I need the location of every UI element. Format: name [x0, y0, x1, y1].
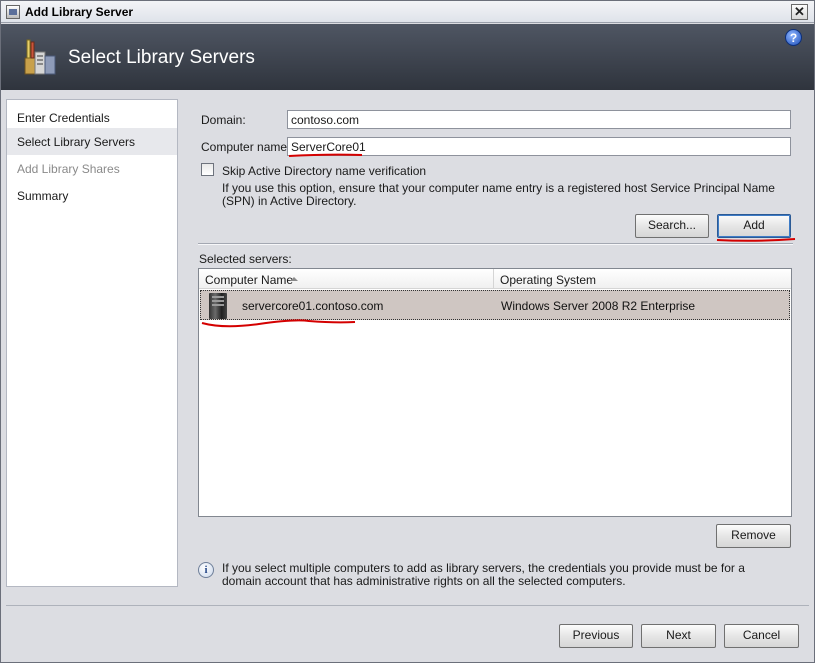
nav-item-label: Summary	[17, 189, 69, 203]
library-server-icon	[24, 39, 56, 75]
selected-servers-label: Selected servers:	[199, 252, 292, 266]
section-divider	[198, 243, 793, 245]
help-icon[interactable]: ?	[785, 29, 802, 46]
domain-field[interactable]: contoso.com	[287, 110, 791, 129]
next-button[interactable]: Next	[641, 624, 716, 648]
app-icon	[6, 5, 20, 19]
remove-button[interactable]: Remove	[716, 524, 791, 548]
nav-item-add-library-shares: Add Library Shares	[7, 155, 177, 182]
sort-ascending-icon	[290, 277, 298, 281]
cancel-button[interactable]: Cancel	[724, 624, 799, 648]
nav-item-label: Add Library Shares	[17, 162, 120, 176]
selected-servers-list[interactable]: Computer Name Operating System servercor…	[198, 268, 792, 517]
add-button[interactable]: Add	[717, 214, 791, 238]
row-computer-name: servercore01.contoso.com	[242, 299, 384, 313]
table-row[interactable]: servercore01.contoso.com Windows Server …	[200, 290, 790, 320]
nav-item-label: Select Library Servers	[17, 135, 136, 149]
window-title: Add Library Server	[25, 5, 134, 19]
info-text: If you select multiple computers to add …	[222, 561, 745, 588]
footer-divider	[6, 605, 809, 606]
page-title: Select Library Servers	[68, 47, 255, 68]
server-icon	[209, 293, 227, 319]
nav-item-label: Enter Credentials	[17, 111, 110, 125]
list-header: Computer Name Operating System	[199, 269, 791, 289]
computer-name-label: Computer name:	[201, 140, 291, 154]
column-header-operating-system[interactable]: Operating System	[494, 269, 789, 289]
nav-item-summary[interactable]: Summary	[7, 182, 177, 209]
info-icon: i	[198, 562, 214, 578]
wizard-nav: Enter Credentials Select Library Servers…	[6, 99, 178, 587]
column-header-computer-name[interactable]: Computer Name	[199, 269, 494, 289]
skip-verification-note: If you use this option, ensure that your…	[222, 181, 775, 208]
skip-verification-label: Skip Active Directory name verification	[222, 164, 427, 178]
domain-label: Domain:	[201, 113, 246, 127]
search-button[interactable]: Search...	[635, 214, 709, 238]
add-library-server-window: Add Library Server ✕ Select Library Serv…	[0, 0, 815, 663]
wizard-header: Select Library Servers ?	[1, 24, 814, 90]
close-button[interactable]: ✕	[791, 4, 808, 20]
nav-item-select-library-servers[interactable]: Select Library Servers	[7, 128, 177, 155]
skip-verification-checkbox[interactable]	[201, 163, 214, 176]
nav-item-enter-credentials[interactable]: Enter Credentials	[7, 104, 177, 131]
computer-name-field[interactable]: ServerCore01	[287, 137, 791, 156]
title-bar: Add Library Server ✕	[1, 1, 814, 23]
previous-button[interactable]: Previous	[559, 624, 633, 648]
row-operating-system: Windows Server 2008 R2 Enterprise	[501, 299, 696, 313]
